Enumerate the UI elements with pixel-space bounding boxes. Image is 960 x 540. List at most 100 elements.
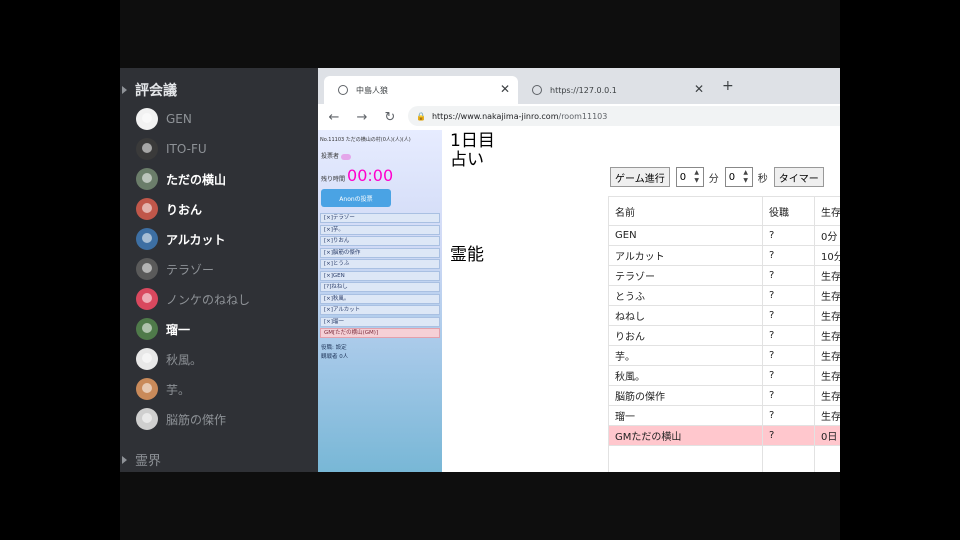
cell-name: GEN xyxy=(608,225,763,246)
side-player-item[interactable]: [?]ねねし xyxy=(320,282,440,292)
side-player-item[interactable]: [×]テラゾー xyxy=(320,213,440,223)
new-tab-button[interactable]: + xyxy=(722,78,734,94)
url-path: /room11103 xyxy=(558,111,608,121)
back-arrow-icon[interactable]: ← xyxy=(322,110,346,125)
side-player-item[interactable]: [×]秋風。 xyxy=(320,293,440,304)
voice-member[interactable]: ノンケのねねし xyxy=(120,284,318,314)
voice-member-list: GEN ITO-FU ただの横山りおんアルカットテラゾーノンケのねねし瑠一秋風。芋。… xyxy=(120,104,318,434)
minutes-unit: 分 xyxy=(708,173,719,185)
close-icon[interactable]: ✕ xyxy=(500,82,510,96)
cell-name: アルカット xyxy=(608,245,763,266)
voice-member[interactable]: 瑠一 xyxy=(120,314,318,344)
avatar xyxy=(136,318,158,340)
cell-status: 生存 xyxy=(814,265,840,286)
column-header-status: 生存 xyxy=(814,196,840,226)
voice-channel-name: 評会議 xyxy=(135,83,177,99)
url-host: https://www.nakajima-jinro.com xyxy=(431,111,559,121)
stepper-arrows-icon[interactable]: ▲ ▼ xyxy=(693,169,701,185)
voice-member-name: アルカット xyxy=(166,232,226,247)
cell-status: 生存 xyxy=(814,325,840,346)
voice-member[interactable]: ITO-FU xyxy=(120,134,318,164)
game-page: No.11103 ただの横山の村(0人)(人)(人) 投票者 残り時間 00:0… xyxy=(318,130,840,472)
voice-member[interactable]: 秋風。 xyxy=(120,344,318,374)
voter-label: 投票者 xyxy=(321,153,340,160)
side-player-item[interactable]: [×]とうふ xyxy=(320,259,440,269)
voice-member[interactable]: りおん xyxy=(120,194,318,224)
voice-member[interactable]: ただの横山 xyxy=(120,164,318,194)
avatar xyxy=(136,258,158,280)
cell-name: とうふ xyxy=(608,285,763,306)
avatar xyxy=(136,408,158,430)
chevron-right-icon xyxy=(122,86,127,94)
reload-icon[interactable]: ↻ xyxy=(378,110,402,125)
medium-title: 霊能 xyxy=(450,245,484,265)
chevron-right-icon xyxy=(122,455,127,464)
player-table: 名前 役職 生存 GEN?0分アルカット?10分テラゾー?生存とうふ?生存ねねし… xyxy=(608,196,840,472)
globe-icon xyxy=(532,85,542,95)
side-player-item[interactable]: [×]瑠一 xyxy=(320,316,440,327)
cell-role: ? xyxy=(762,225,815,246)
seconds-stepper[interactable]: 0 ▲ ▼ xyxy=(724,167,753,187)
cell-empty xyxy=(814,445,840,472)
voice-member[interactable]: 脳筋の傑作 xyxy=(120,404,318,434)
tab-nakajima[interactable]: 中島人狼 ✕ xyxy=(324,76,518,104)
side-player-item[interactable]: [×]芋。 xyxy=(320,224,440,235)
lock-icon: 🔒 xyxy=(416,111,426,121)
navigation-bar: ← → ↻ 🔒 https://www.nakajima-jinro.com/r… xyxy=(318,104,840,131)
address-bar[interactable]: 🔒 https://www.nakajima-jinro.com/room111… xyxy=(408,106,840,126)
browser-window: 中島人狼 ✕ https://127.0.0.1 ✕ + ← → ↻ 🔒 htt… xyxy=(318,68,840,472)
avatar xyxy=(136,168,158,190)
table-row: 脳筋の傑作? 生存 xyxy=(608,385,840,406)
side-gm-item[interactable]: GM[ただの横山(GM)] xyxy=(320,328,440,338)
voice-member-name: 芋。 xyxy=(166,382,191,397)
side-player-item[interactable]: [×]GEN xyxy=(320,270,440,281)
avatar xyxy=(136,228,158,250)
voice-member-name: 秋風。 xyxy=(166,352,203,367)
remaining-time-value: 00:00 xyxy=(347,166,394,185)
side-player-item[interactable]: [×]脳筋の傑作 xyxy=(320,247,440,258)
cell-name: GMただの横山 xyxy=(608,425,763,446)
vote-button[interactable]: Anonの投票 xyxy=(321,189,391,207)
close-icon[interactable]: ✕ xyxy=(694,82,704,96)
voice-member[interactable]: テラゾー xyxy=(120,254,318,284)
voice-channel-header[interactable]: 評会議 xyxy=(120,76,318,104)
stepper-arrows-icon[interactable]: ▲ ▼ xyxy=(742,169,750,185)
voice-member-name: ITO-FU xyxy=(166,142,207,156)
game-controls: ゲーム進行 0 ▲ ▼ 分 0 ▲ ▼ 秒 タイマー xyxy=(610,166,830,188)
column-header-name: 名前 xyxy=(608,196,763,226)
cell-name: 秋風。 xyxy=(608,365,763,386)
voice-member-name: GEN xyxy=(166,112,192,126)
cell-role: ? xyxy=(762,405,815,426)
player-table-body: GEN?0分アルカット?10分テラゾー?生存とうふ?生存ねねし?生存りおん?生存… xyxy=(608,225,840,472)
forward-arrow-icon[interactable]: → xyxy=(350,110,374,125)
minutes-stepper[interactable]: 0 ▲ ▼ xyxy=(675,167,704,187)
voice-member[interactable]: 芋。 xyxy=(120,374,318,404)
cell-role: ? xyxy=(762,365,815,386)
cell-status: 生存 xyxy=(814,365,840,386)
voice-channel-next[interactable]: 霊界 xyxy=(122,450,161,469)
table-row: ねねし? 生存 xyxy=(608,305,840,326)
voice-member-name: ただの横山 xyxy=(166,172,227,187)
voice-member[interactable]: アルカット xyxy=(120,224,318,254)
cell-status: 生存 xyxy=(814,305,840,326)
cell-role: ? xyxy=(762,325,815,346)
voice-member-name: ノンケのねねし xyxy=(166,292,251,307)
avatar xyxy=(136,348,158,370)
side-player-item[interactable]: [×]アルカット xyxy=(320,305,440,315)
cell-role: ? xyxy=(762,385,815,406)
cell-status: 0日 xyxy=(814,425,840,446)
cell-status: 10分 xyxy=(814,245,840,266)
tab-localhost[interactable]: https://127.0.0.1 ✕ xyxy=(518,76,712,104)
room-title: No.11103 ただの横山の村(0人)(人)(人) xyxy=(320,137,411,143)
table-row: とうふ? 生存 xyxy=(608,285,840,306)
avatar xyxy=(136,138,158,160)
table-row: 秋風。? 生存 xyxy=(608,365,840,386)
voter-status: 投票者 xyxy=(318,143,442,160)
side-player-item[interactable]: [×]りおん xyxy=(320,236,440,246)
timer-button[interactable]: タイマー xyxy=(773,167,824,187)
voice-member[interactable]: GEN xyxy=(120,104,318,134)
seconds-value: 0 xyxy=(728,171,736,183)
side-footer: 役職: 設定 観戦者 0人 xyxy=(318,340,442,362)
game-progress-button[interactable]: ゲーム進行 xyxy=(610,167,670,187)
cell-name: りおん xyxy=(608,325,763,346)
